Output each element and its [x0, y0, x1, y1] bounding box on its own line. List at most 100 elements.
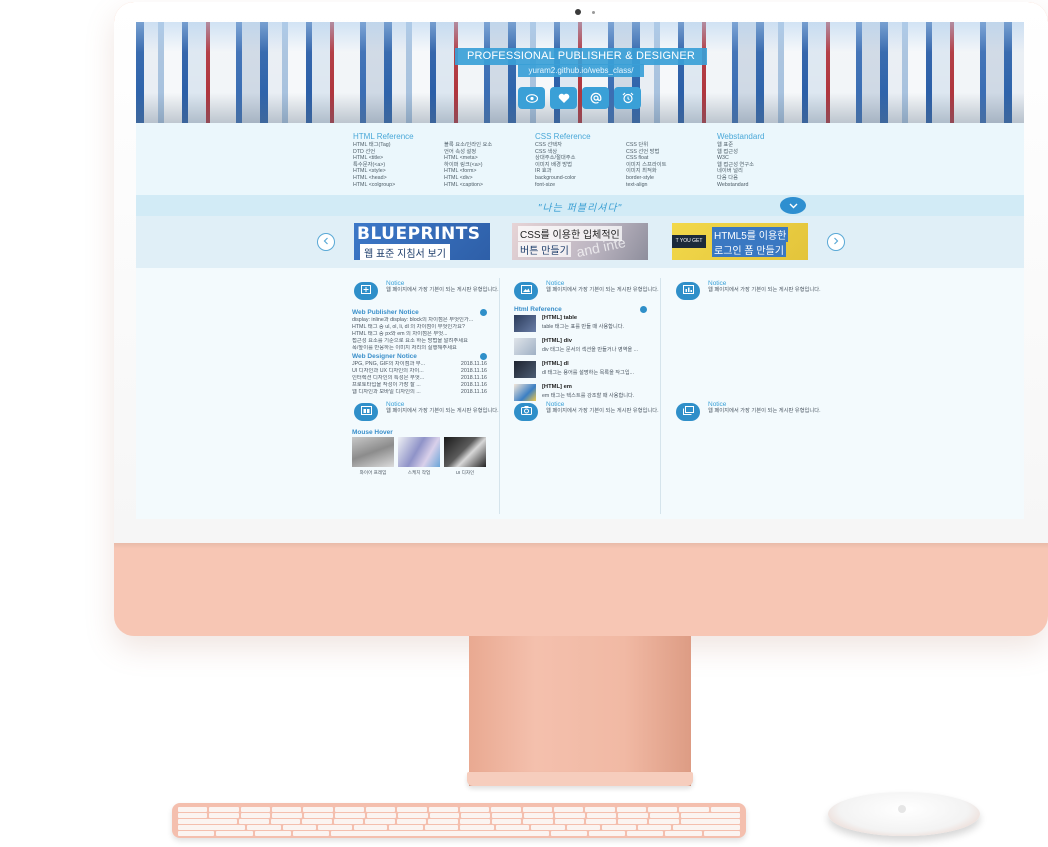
camera-icon [514, 403, 538, 421]
item-desc: div 태그는 문서의 섹션을 만들거나 영역을 ... [542, 347, 638, 353]
list-item[interactable]: display: inline과 display: block의 차이점은 무엇… [352, 317, 487, 324]
heart-icon[interactable] [550, 87, 577, 109]
ref-link[interactable]: W3C [717, 155, 764, 162]
list-item[interactable]: 폭/높이를 반응하는 이미지 처리의 실행해주세요 [352, 345, 487, 352]
ref-link[interactable]: 블록 요소/인라인 요소 [444, 142, 492, 149]
chevron-down-icon[interactable] [780, 197, 806, 214]
list-item[interactable]: HTML 태그 중 ul, ol, li, dl 의 차이점이 무엇인가요? [352, 324, 487, 331]
ref-link[interactable]: HTML <colgroup> [353, 182, 414, 189]
alarm-clock-icon[interactable] [614, 87, 641, 109]
magic-mouse [828, 792, 980, 836]
camera-icon [575, 9, 581, 15]
webstandard-heading[interactable]: Webstandard [717, 132, 764, 142]
banner-blueprints[interactable]: BLUEPRINTS 웹 표준 지침서 보기 [354, 223, 490, 260]
hover-caption: 와이어 프레임 [359, 470, 387, 475]
notice-box[interactable]: Notice 웹 페이지에서 가장 기본이 되는 게시판 유형입니다. [514, 401, 664, 429]
ref-link[interactable]: border-style [626, 175, 666, 182]
more-icon[interactable] [640, 306, 647, 313]
web-designer-list: JPG, PNG, GIF의 차이점과 무... 2018.11.16 UI 디자… [352, 361, 487, 396]
list-item[interactable]: 웹 디자인과 모바일 디자인의 ... 2018.11.16 [352, 389, 487, 396]
ui-design-image [444, 437, 486, 467]
ref-link[interactable]: CSS 단위 [626, 142, 666, 149]
list-item[interactable]: JPG, PNG, GIF의 차이점과 무... 2018.11.16 [352, 361, 487, 368]
slides-icon [354, 403, 378, 421]
notice-text: 웹 페이지에서 가장 기본이 되는 게시판 유형입니다. [386, 287, 499, 293]
ref-link[interactable]: CSS 선택자 [535, 142, 591, 149]
html-reference-list: [HTML] table table 태그는 표를 만들 때 사용합니다. [H… [514, 314, 649, 406]
web-designer-notice-title[interactable]: Web Designer Notice [352, 353, 417, 360]
list-item[interactable]: HTML 태그 중 px와 em 의 차이점은 무엇... [352, 331, 487, 338]
list-item[interactable]: 접근성 요소를 기준으로 요소 하는 방법을 알려주세요 [352, 338, 487, 345]
web-publisher-notice-title[interactable]: Web Publisher Notice [352, 309, 419, 316]
list-item[interactable]: 프로토타입을 작성이 가장 잘 ... 2018.11.16 [352, 382, 487, 389]
ref-link[interactable]: DTD 선언 [353, 149, 414, 156]
notice-text: 웹 페이지에서 가장 기본이 되는 게시판 유형입니다. [708, 408, 821, 414]
ref-link[interactable]: CSS 선언 방법 [626, 149, 666, 156]
list-item[interactable]: UI 디자인과 UX 디자인의 차이... 2018.11.16 [352, 368, 487, 375]
ref-link[interactable]: HTML <div> [444, 175, 492, 182]
ref-link[interactable]: IR 효과 [535, 168, 591, 175]
ref-link[interactable]: 웹 접근성 [717, 149, 764, 156]
notice-text: 웹 페이지에서 가장 기본이 되는 게시판 유형입니다. [386, 408, 499, 414]
at-icon[interactable] [582, 87, 609, 109]
notice-box[interactable]: Notice 웹 페이지에서 가장 기본이 되는 게시판 유형입니다. [676, 280, 826, 308]
notice-text: 웹 페이지에서 가장 기본이 되는 게시판 유형입니다. [546, 408, 659, 414]
list-item[interactable]: [HTML] table table 태그는 표를 만들 때 사용합니다. [514, 314, 649, 335]
web-publisher-list: display: inline과 display: block의 차이점은 무엇… [352, 317, 487, 352]
html-reference-column-2: 블록 요소/인라인 요소 언어 속성 설정 HTML <meta> 하이퍼 링크… [444, 142, 492, 188]
banner-slider: BLUEPRINTS 웹 표준 지침서 보기 and inte CSS를 이용한… [136, 216, 1024, 268]
notice-title: Notice [386, 401, 405, 408]
ref-link[interactable]: HTML <head> [353, 175, 414, 182]
hover-card[interactable]: 스케치 작업 [398, 437, 440, 476]
ref-link[interactable]: 특수문자(<a>) [353, 162, 414, 169]
ref-link[interactable]: 상대주소/절대주소 [535, 155, 591, 162]
ref-link[interactable]: text-align [626, 182, 666, 189]
notice-box[interactable]: Notice 웹 페이지에서 가장 기본이 되는 게시판 유형입니다. [676, 401, 826, 429]
ref-link[interactable]: background-color [535, 175, 591, 182]
ref-link[interactable]: 언어 속성 설정 [444, 149, 492, 156]
gallery-icon [676, 403, 700, 421]
slider-next-button[interactable] [827, 233, 845, 251]
ref-link[interactable]: 웹 표준 [717, 142, 764, 149]
notice-box[interactable]: Notice 웹 페이지에서 가장 기본이 되는 게시판 유형입니다. [514, 280, 664, 308]
hover-card[interactable]: 와이어 프레임 [352, 437, 394, 476]
list-item[interactable]: [HTML] div div 태그는 문서의 섹션을 만들거나 영역을 ... [514, 337, 649, 358]
html-reference-list-title[interactable]: Html Reference [514, 306, 562, 313]
more-icon[interactable] [480, 353, 487, 360]
css-reference-column-2: CSS 단위 CSS 선언 방법 CSS float 이미지 스프라이트 이미지… [626, 142, 666, 188]
plus-box-icon [354, 282, 378, 300]
list-item[interactable]: 인터렉션 디자인의 특성은 무엇... 2018.11.16 [352, 375, 487, 382]
more-icon[interactable] [480, 309, 487, 316]
hover-card[interactable]: UI 디자인 [444, 437, 486, 476]
ref-link[interactable]: HTML <caption> [444, 182, 492, 189]
ref-link[interactable]: font-size [535, 182, 591, 189]
slider-prev-button[interactable] [317, 233, 335, 251]
sketch-image [398, 437, 440, 467]
ref-link[interactable]: 이미지 최적화 [626, 168, 666, 175]
eye-icon[interactable] [518, 87, 545, 109]
item-desc: dl 태그는 용어를 설명하는 목록을 작그입... [542, 370, 634, 376]
ref-link[interactable]: 하이퍼 링크(<a>) [444, 162, 492, 169]
website-screen: PROFESSIONAL PUBLISHER & DESIGNER yuram2… [136, 22, 1024, 519]
ref-link[interactable]: Webstandard [717, 182, 764, 189]
ref-link[interactable]: HTML 태그(Tag) [353, 142, 414, 149]
wireframe-image [352, 437, 394, 467]
ref-link[interactable]: 다음 다음 [717, 175, 764, 182]
css-reference-heading[interactable]: CSS Reference [535, 132, 591, 142]
ref-link[interactable]: 네이버 널리 [717, 168, 764, 175]
html-reference-heading[interactable]: HTML Reference [353, 132, 414, 142]
banner-css-buttons[interactable]: and inte CSS를 이용한 입체적인 버튼 만들기 [512, 223, 648, 260]
ref-link[interactable]: HTML <style> [353, 168, 414, 175]
notice-title: Notice [708, 280, 727, 287]
list-item[interactable]: [HTML] dl dl 태그는 용어를 설명하는 목록을 작그입... [514, 360, 649, 381]
ref-link[interactable]: CSS float [626, 155, 666, 162]
ref-link[interactable]: HTML <meta> [444, 155, 492, 162]
site-url[interactable]: yuram2.github.io/webs_class/ [518, 64, 644, 77]
notice-text: 웹 페이지에서 가장 기본이 되는 게시판 유형입니다. [708, 287, 821, 293]
notice-box[interactable]: Notice 웹 페이지에서 가장 기본이 되는 게시판 유형입니다. [354, 280, 504, 308]
notice-box[interactable]: Notice 웹 페이지에서 가장 기본이 되는 게시판 유형입니다. [354, 401, 504, 429]
ref-link[interactable]: HTML <title> [353, 155, 414, 162]
ref-link[interactable]: HTML <form> [444, 168, 492, 175]
notice-title: Notice [708, 401, 727, 408]
banner-html5-login[interactable]: T YOU GET HTML5를 이용한 로그인 폼 만들기 [672, 223, 808, 260]
